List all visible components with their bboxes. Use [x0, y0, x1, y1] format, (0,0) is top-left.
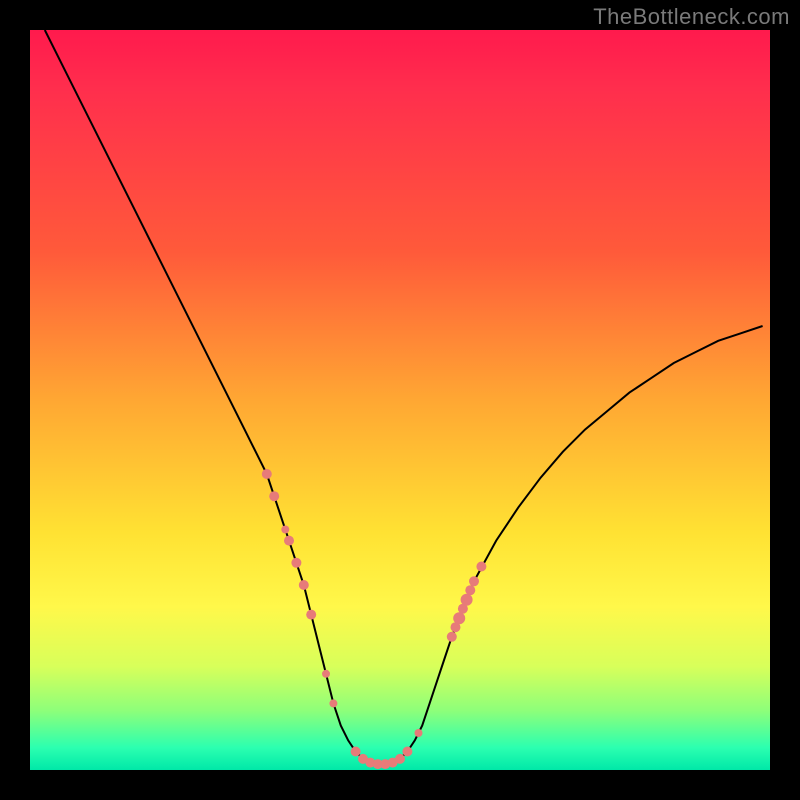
- data-marker: [299, 580, 309, 590]
- data-marker: [465, 585, 475, 595]
- chart-svg: [30, 30, 770, 770]
- data-marker: [322, 670, 330, 678]
- data-marker: [284, 536, 294, 546]
- data-marker: [262, 469, 272, 479]
- data-marker: [329, 699, 337, 707]
- bottleneck-curve: [45, 30, 763, 764]
- data-marker: [281, 526, 289, 534]
- data-marker: [461, 594, 473, 606]
- data-marker: [415, 729, 423, 737]
- data-marker: [476, 562, 486, 572]
- data-marker: [306, 610, 316, 620]
- data-marker: [269, 491, 279, 501]
- chart-frame: TheBottleneck.com: [0, 0, 800, 800]
- data-marker: [395, 754, 405, 764]
- data-marker: [469, 576, 479, 586]
- data-marker: [447, 632, 457, 642]
- marker-group: [262, 469, 487, 769]
- plot-area: [30, 30, 770, 770]
- watermark-text: TheBottleneck.com: [593, 4, 790, 30]
- data-marker: [291, 558, 301, 568]
- data-marker: [402, 747, 412, 757]
- data-marker: [453, 612, 465, 624]
- curve-series: [45, 30, 763, 764]
- data-marker: [351, 747, 361, 757]
